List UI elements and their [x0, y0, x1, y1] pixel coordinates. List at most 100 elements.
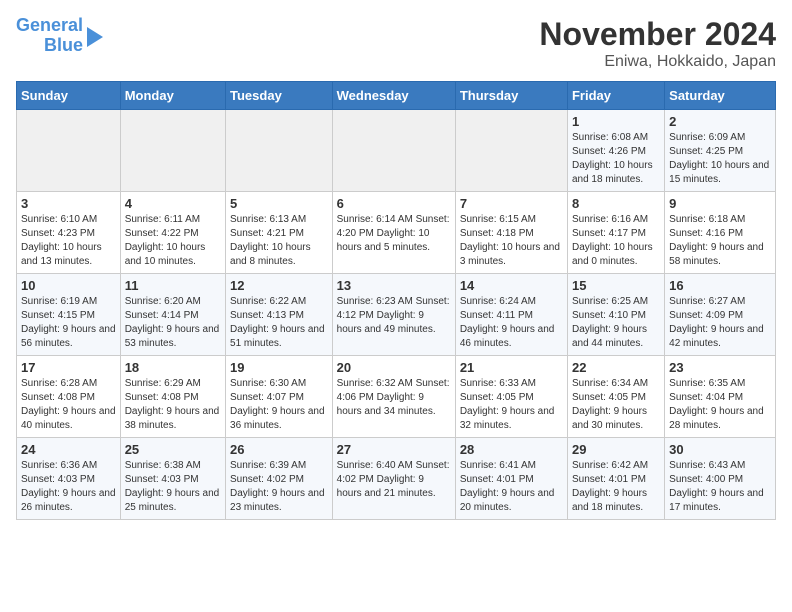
day-info: Sunrise: 6:19 AM Sunset: 4:15 PM Dayligh… [21, 295, 116, 351]
weekday-header-saturday: Saturday [665, 82, 776, 110]
weekday-header-friday: Friday [567, 82, 664, 110]
day-info: Sunrise: 6:11 AM Sunset: 4:22 PM Dayligh… [125, 213, 221, 269]
weekday-header-thursday: Thursday [455, 82, 567, 110]
day-info: Sunrise: 6:40 AM Sunset: 4:02 PM Dayligh… [337, 459, 451, 501]
day-info: Sunrise: 6:36 AM Sunset: 4:03 PM Dayligh… [21, 459, 116, 515]
day-number: 12 [230, 278, 328, 293]
logo: General Blue [16, 16, 103, 56]
logo-text2: Blue [44, 36, 83, 56]
weekday-header-wednesday: Wednesday [332, 82, 455, 110]
day-info: Sunrise: 6:35 AM Sunset: 4:04 PM Dayligh… [669, 377, 771, 433]
day-cell: 8 Sunrise: 6:16 AM Sunset: 4:17 PM Daylig… [567, 192, 664, 274]
day-number: 2 [669, 114, 771, 129]
day-info: Sunrise: 6:42 AM Sunset: 4:01 PM Dayligh… [572, 459, 660, 515]
day-info: Sunrise: 6:10 AM Sunset: 4:23 PM Dayligh… [21, 213, 116, 269]
day-info: Sunrise: 6:32 AM Sunset: 4:06 PM Dayligh… [337, 377, 451, 419]
day-info: Sunrise: 6:39 AM Sunset: 4:02 PM Dayligh… [230, 459, 328, 515]
day-info: Sunrise: 6:41 AM Sunset: 4:01 PM Dayligh… [460, 459, 563, 515]
day-cell: 15 Sunrise: 6:25 AM Sunset: 4:10 PM Dayli… [567, 274, 664, 356]
day-cell: 21 Sunrise: 6:33 AM Sunset: 4:05 PM Dayli… [455, 356, 567, 438]
day-number: 27 [337, 442, 451, 457]
day-cell: 12 Sunrise: 6:22 AM Sunset: 4:13 PM Dayli… [226, 274, 333, 356]
weekday-header-tuesday: Tuesday [226, 82, 333, 110]
day-number: 20 [337, 360, 451, 375]
day-cell [17, 110, 121, 192]
day-number: 30 [669, 442, 771, 457]
day-info: Sunrise: 6:13 AM Sunset: 4:21 PM Dayligh… [230, 213, 328, 269]
day-number: 10 [21, 278, 116, 293]
day-info: Sunrise: 6:16 AM Sunset: 4:17 PM Dayligh… [572, 213, 660, 269]
day-cell: 20 Sunrise: 6:32 AM Sunset: 4:06 PM Dayli… [332, 356, 455, 438]
calendar-table: SundayMondayTuesdayWednesdayThursdayFrid… [16, 81, 776, 520]
day-info: Sunrise: 6:43 AM Sunset: 4:00 PM Dayligh… [669, 459, 771, 515]
day-info: Sunrise: 6:33 AM Sunset: 4:05 PM Dayligh… [460, 377, 563, 433]
day-info: Sunrise: 6:15 AM Sunset: 4:18 PM Dayligh… [460, 213, 563, 269]
day-number: 3 [21, 196, 116, 211]
day-number: 4 [125, 196, 221, 211]
day-cell: 26 Sunrise: 6:39 AM Sunset: 4:02 PM Dayli… [226, 438, 333, 520]
day-cell [226, 110, 333, 192]
day-info: Sunrise: 6:28 AM Sunset: 4:08 PM Dayligh… [21, 377, 116, 433]
day-cell: 24 Sunrise: 6:36 AM Sunset: 4:03 PM Dayli… [17, 438, 121, 520]
day-cell [332, 110, 455, 192]
day-info: Sunrise: 6:20 AM Sunset: 4:14 PM Dayligh… [125, 295, 221, 351]
day-number: 23 [669, 360, 771, 375]
week-row-5: 24 Sunrise: 6:36 AM Sunset: 4:03 PM Dayli… [17, 438, 776, 520]
day-info: Sunrise: 6:08 AM Sunset: 4:26 PM Dayligh… [572, 131, 660, 187]
location-subtitle: Eniwa, Hokkaido, Japan [539, 53, 776, 71]
day-info: Sunrise: 6:18 AM Sunset: 4:16 PM Dayligh… [669, 213, 771, 269]
day-info: Sunrise: 6:24 AM Sunset: 4:11 PM Dayligh… [460, 295, 563, 351]
day-info: Sunrise: 6:22 AM Sunset: 4:13 PM Dayligh… [230, 295, 328, 351]
day-info: Sunrise: 6:29 AM Sunset: 4:08 PM Dayligh… [125, 377, 221, 433]
day-cell: 2 Sunrise: 6:09 AM Sunset: 4:25 PM Daylig… [665, 110, 776, 192]
day-cell: 4 Sunrise: 6:11 AM Sunset: 4:22 PM Daylig… [120, 192, 225, 274]
day-number: 7 [460, 196, 563, 211]
logo-text: General [16, 16, 83, 36]
day-number: 17 [21, 360, 116, 375]
day-cell: 1 Sunrise: 6:08 AM Sunset: 4:26 PM Daylig… [567, 110, 664, 192]
day-number: 21 [460, 360, 563, 375]
day-cell: 10 Sunrise: 6:19 AM Sunset: 4:15 PM Dayli… [17, 274, 121, 356]
day-info: Sunrise: 6:09 AM Sunset: 4:25 PM Dayligh… [669, 131, 771, 187]
day-number: 25 [125, 442, 221, 457]
day-number: 5 [230, 196, 328, 211]
weekday-header-row: SundayMondayTuesdayWednesdayThursdayFrid… [17, 82, 776, 110]
day-number: 22 [572, 360, 660, 375]
week-row-4: 17 Sunrise: 6:28 AM Sunset: 4:08 PM Dayli… [17, 356, 776, 438]
day-number: 6 [337, 196, 451, 211]
day-number: 16 [669, 278, 771, 293]
day-number: 8 [572, 196, 660, 211]
day-number: 14 [460, 278, 563, 293]
day-number: 24 [21, 442, 116, 457]
day-number: 13 [337, 278, 451, 293]
day-cell: 16Sunrise: 6:27 AM Sunset: 4:09 PM Dayli… [665, 274, 776, 356]
day-number: 26 [230, 442, 328, 457]
day-info: Sunrise: 6:25 AM Sunset: 4:10 PM Dayligh… [572, 295, 660, 351]
day-info: Sunrise: 6:23 AM Sunset: 4:12 PM Dayligh… [337, 295, 451, 337]
day-cell: 18Sunrise: 6:29 AM Sunset: 4:08 PM Dayli… [120, 356, 225, 438]
day-cell: 6Sunrise: 6:14 AM Sunset: 4:20 PM Daylig… [332, 192, 455, 274]
day-cell: 25Sunrise: 6:38 AM Sunset: 4:03 PM Dayli… [120, 438, 225, 520]
day-cell: 5 Sunrise: 6:13 AM Sunset: 4:21 PM Daylig… [226, 192, 333, 274]
day-info: Sunrise: 6:30 AM Sunset: 4:07 PM Dayligh… [230, 377, 328, 433]
title-block: November 2024 Eniwa, Hokkaido, Japan [539, 16, 776, 71]
day-cell [455, 110, 567, 192]
day-number: 15 [572, 278, 660, 293]
weekday-header-monday: Monday [120, 82, 225, 110]
week-row-1: 1 Sunrise: 6:08 AM Sunset: 4:26 PM Daylig… [17, 110, 776, 192]
day-number: 19 [230, 360, 328, 375]
day-cell: 13 Sunrise: 6:23 AM Sunset: 4:12 PM Dayli… [332, 274, 455, 356]
day-number: 9 [669, 196, 771, 211]
day-cell: 11Sunrise: 6:20 AM Sunset: 4:14 PM Dayli… [120, 274, 225, 356]
week-row-2: 3 Sunrise: 6:10 AM Sunset: 4:23 PM Daylig… [17, 192, 776, 274]
day-cell: 30 Sunrise: 6:43 AM Sunset: 4:00 PM Dayli… [665, 438, 776, 520]
day-cell [120, 110, 225, 192]
day-cell: 9 Sunrise: 6:18 AM Sunset: 4:16 PM Daylig… [665, 192, 776, 274]
day-cell: 22Sunrise: 6:34 AM Sunset: 4:05 PM Dayli… [567, 356, 664, 438]
day-cell: 27 Sunrise: 6:40 AM Sunset: 4:02 PM Dayli… [332, 438, 455, 520]
page-header: General Blue November 2024 Eniwa, Hokkai… [16, 16, 776, 71]
day-cell: 19 Sunrise: 6:30 AM Sunset: 4:07 PM Dayli… [226, 356, 333, 438]
day-number: 1 [572, 114, 660, 129]
day-number: 28 [460, 442, 563, 457]
day-cell: 28 Sunrise: 6:41 AM Sunset: 4:01 PM Dayli… [455, 438, 567, 520]
